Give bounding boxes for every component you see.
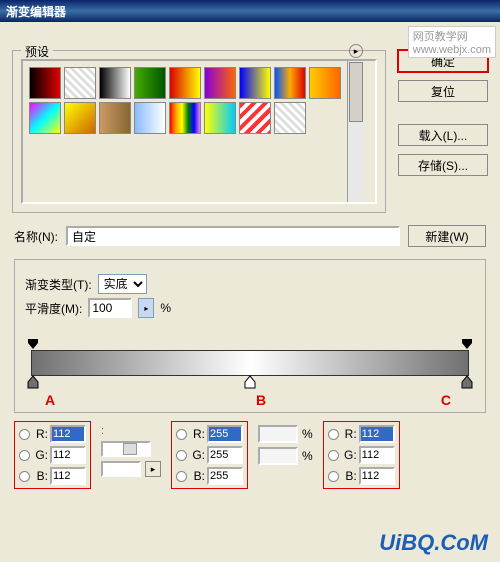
stop-label-b: B [256, 392, 266, 408]
gradient-strip[interactable] [31, 350, 469, 376]
input-b-r[interactable] [207, 425, 243, 443]
preset-swatch-11[interactable] [99, 102, 131, 134]
opacity-stop-left[interactable] [27, 338, 39, 350]
name-label: 名称(N): [14, 228, 58, 245]
preset-swatch-13[interactable] [169, 102, 201, 134]
watermark-top: 网页教学网www.webjx.com [408, 26, 496, 58]
mid-controls: : ▸ [101, 425, 161, 477]
color-stop-a[interactable] [27, 376, 39, 388]
opacity-stop-right[interactable] [461, 338, 473, 350]
preset-swatch-3[interactable] [134, 67, 166, 99]
color-stop-b[interactable] [244, 376, 256, 388]
label-r: R: [34, 427, 48, 441]
load-button[interactable]: 载入(L)... [398, 124, 488, 146]
preset-swatch-9[interactable] [29, 102, 61, 134]
preset-grid [23, 61, 347, 202]
pct-input-1[interactable] [258, 425, 298, 443]
preset-area [21, 59, 377, 204]
input-c-g[interactable] [359, 446, 395, 464]
reset-button[interactable]: 复位 [398, 80, 488, 102]
save-button[interactable]: 存储(S)... [398, 154, 488, 176]
smooth-input[interactable] [88, 298, 132, 318]
preset-swatch-7[interactable] [274, 67, 306, 99]
play-button[interactable]: ▸ [145, 461, 161, 477]
input-c-b[interactable] [359, 467, 395, 485]
radio-a-g[interactable] [19, 450, 30, 461]
presets-fieldset: 预设 ▸ [12, 50, 386, 213]
new-button[interactable]: 新建(W) [408, 225, 486, 247]
radio-b-g[interactable] [176, 450, 187, 461]
smooth-spinner[interactable]: ▸ [138, 298, 154, 318]
radio-a-r[interactable] [19, 429, 30, 440]
stop-label-c: C [441, 392, 451, 408]
gradient-settings: 渐变类型(T): 实底 平滑度(M): ▸ % A B C [14, 259, 486, 413]
preset-swatch-4[interactable] [169, 67, 201, 99]
slider-2[interactable] [101, 461, 141, 477]
input-c-r[interactable] [359, 425, 395, 443]
input-a-r[interactable] [50, 425, 86, 443]
preset-swatch-5[interactable] [204, 67, 236, 99]
presets-menu-icon[interactable]: ▸ [349, 44, 363, 58]
watermark-bottom: UiBQ.CoM [379, 530, 488, 556]
preset-swatch-6[interactable] [239, 67, 271, 99]
pct-input-2[interactable] [258, 447, 298, 465]
presets-scrollbar[interactable] [347, 61, 363, 202]
pct-controls: % % [258, 425, 313, 465]
preset-swatch-15[interactable] [239, 102, 271, 134]
rgb-block-b: R: G: B: [171, 421, 248, 489]
slider-1[interactable] [101, 441, 151, 457]
type-label: 渐变类型(T): [25, 276, 92, 293]
input-b-b[interactable] [207, 467, 243, 485]
input-a-g[interactable] [50, 446, 86, 464]
radio-b-r[interactable] [176, 429, 187, 440]
preset-swatch-2[interactable] [99, 67, 131, 99]
percent-label: % [160, 301, 171, 315]
stop-label-a: A [45, 392, 55, 408]
name-input[interactable] [66, 226, 400, 246]
preset-swatch-12[interactable] [134, 102, 166, 134]
radio-a-b[interactable] [19, 471, 30, 482]
label-g: G: [34, 448, 48, 462]
input-b-g[interactable] [207, 446, 243, 464]
color-stop-c[interactable] [461, 376, 473, 388]
preset-swatch-14[interactable] [204, 102, 236, 134]
smooth-label: 平滑度(M): [25, 300, 82, 317]
radio-b-b[interactable] [176, 471, 187, 482]
rgb-block-a: R: G: B: [14, 421, 91, 489]
radio-c-r[interactable] [328, 429, 339, 440]
preset-swatch-1[interactable] [64, 67, 96, 99]
radio-c-g[interactable] [328, 450, 339, 461]
window-title: 渐变编辑器 [6, 3, 66, 20]
input-a-b[interactable] [50, 467, 86, 485]
scroll-thumb[interactable] [349, 62, 363, 122]
type-select[interactable]: 实底 [98, 274, 147, 294]
label-b: B: [34, 469, 48, 483]
presets-legend: 预设 [21, 43, 53, 60]
rgb-block-c: R: G: B: [323, 421, 400, 489]
preset-swatch-10[interactable] [64, 102, 96, 134]
preset-swatch-8[interactable] [309, 67, 341, 99]
preset-swatch-0[interactable] [29, 67, 61, 99]
radio-c-b[interactable] [328, 471, 339, 482]
preset-swatch-16[interactable] [274, 102, 306, 134]
window-titlebar: 渐变编辑器 [0, 0, 500, 22]
